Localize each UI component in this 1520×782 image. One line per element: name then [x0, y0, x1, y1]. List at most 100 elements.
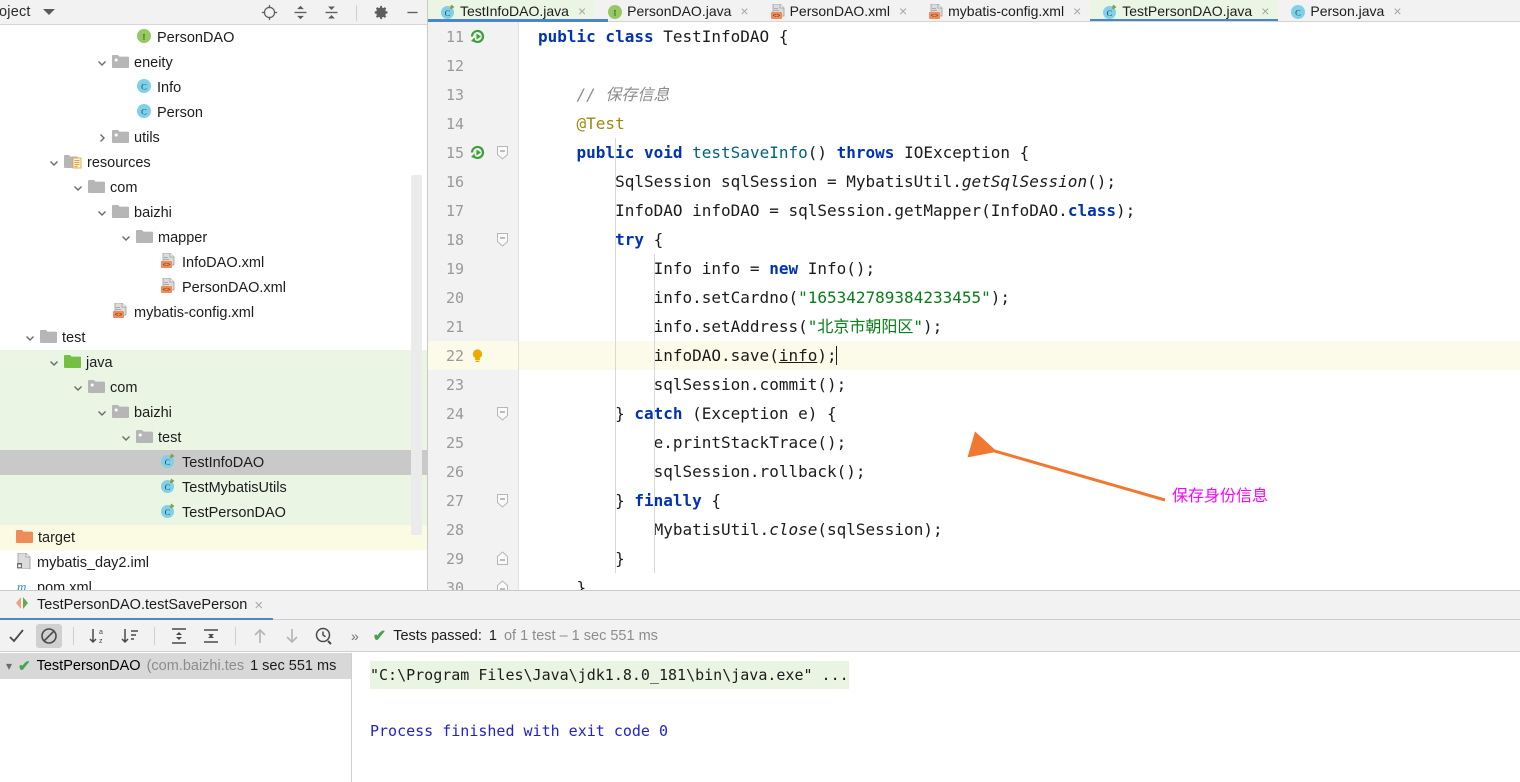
chevron-down-icon[interactable] — [48, 357, 60, 369]
minimize-icon[interactable] — [404, 4, 421, 21]
test-history-icon[interactable] — [311, 624, 337, 648]
gutter-line[interactable]: 23 — [428, 370, 518, 399]
code-line-23[interactable]: sqlSession.commit(); — [519, 370, 1520, 399]
gutter-line[interactable]: 17 — [428, 196, 518, 225]
close-icon[interactable]: × — [1073, 4, 1081, 18]
close-icon[interactable]: × — [1393, 4, 1401, 18]
editor-tab-person-java[interactable]: C Person.java × — [1278, 0, 1411, 21]
chevron-down-icon[interactable] — [96, 207, 108, 219]
gutter-line[interactable]: 12 — [428, 51, 518, 80]
code-line-28[interactable]: MybatisUtil.close(sqlSession); — [519, 515, 1520, 544]
gutter-line[interactable]: 29 — [428, 544, 518, 573]
chevron-down-icon[interactable] — [96, 407, 108, 419]
run-test-icon[interactable] — [464, 145, 490, 160]
gutter-line[interactable]: 28 — [428, 515, 518, 544]
gutter-line[interactable]: 15 — [428, 138, 518, 167]
tree-item-testpersondao[interactable]: C TestPersonDAO — [0, 500, 427, 525]
gutter-line[interactable]: 25 — [428, 428, 518, 457]
code-line-19[interactable]: Info info = new Info(); — [519, 254, 1520, 283]
expand-all-icon[interactable] — [292, 4, 309, 21]
tree-item-mybatis-day2-iml[interactable]: mybatis_day2.iml — [0, 550, 427, 575]
tree-item-person[interactable]: C Person — [0, 100, 427, 125]
tree-item-test[interactable]: test — [0, 425, 427, 450]
editor-tab-mybatis-config-xml[interactable]: <> mybatis-config.xml × — [916, 0, 1091, 21]
tree-item-com[interactable]: com — [0, 175, 427, 200]
gutter-line[interactable]: 21 — [428, 312, 518, 341]
tree-item-mapper[interactable]: mapper — [0, 225, 427, 250]
tree-item-persondao[interactable]: I PersonDAO — [0, 25, 427, 50]
locate-icon[interactable] — [261, 4, 278, 21]
tree-item-baizhi[interactable]: baizhi — [0, 200, 427, 225]
console-output[interactable]: "C:\Program Files\Java\jdk1.8.0_181\bin\… — [352, 653, 1520, 782]
expand-all-icon[interactable] — [166, 624, 192, 648]
project-tree-scrollbar[interactable] — [411, 175, 422, 535]
collapse-all-icon[interactable] — [323, 4, 340, 21]
tree-item-baizhi[interactable]: baizhi — [0, 400, 427, 425]
tree-item-com[interactable]: com — [0, 375, 427, 400]
code-line-12[interactable] — [519, 51, 1520, 80]
code-line-14[interactable]: @Test — [519, 109, 1520, 138]
tree-item-resources[interactable]: resources — [0, 150, 427, 175]
collapse-all-icon[interactable] — [198, 624, 224, 648]
gutter-line[interactable]: 24 — [428, 399, 518, 428]
chevron-down-icon[interactable] — [96, 57, 108, 69]
code-line-18[interactable]: try { — [519, 225, 1520, 254]
gutter-line[interactable]: 11 — [428, 22, 518, 51]
tree-item-testinfodao[interactable]: C TestInfoDAO — [0, 450, 427, 475]
tree-item-mybatis-config-xml[interactable]: <> mybatis-config.xml — [0, 300, 427, 325]
intention-bulb-icon[interactable] — [464, 348, 490, 364]
gear-icon[interactable] — [373, 4, 390, 21]
code-line-21[interactable]: info.setAddress("北京市朝阳区"); — [519, 312, 1520, 341]
sort-alphabetically-icon[interactable]: a z — [85, 624, 111, 648]
tree-item-java[interactable]: java — [0, 350, 427, 375]
run-test-icon[interactable] — [464, 29, 490, 44]
gutter-line[interactable]: 16 — [428, 167, 518, 196]
chevron-down-icon[interactable] — [42, 9, 55, 15]
code-line-11[interactable]: public class TestInfoDAO { — [519, 22, 1520, 51]
editor-tab-persondao-java[interactable]: I PersonDAO.java × — [595, 0, 758, 21]
tree-item-utils[interactable]: utils — [0, 125, 427, 150]
fold-collapse-icon[interactable] — [490, 493, 514, 508]
close-icon[interactable]: × — [899, 4, 907, 18]
code-line-20[interactable]: info.setCardno("165342789384233455"); — [519, 283, 1520, 312]
chevron-right-icon[interactable] — [96, 132, 108, 144]
chevron-down-icon[interactable] — [24, 332, 36, 344]
next-failed-icon[interactable] — [279, 624, 305, 648]
code-line-16[interactable]: SqlSession sqlSession = MybatisUtil.getS… — [519, 167, 1520, 196]
editor-gutter[interactable]: 11 12 13 14 15 16 17 18 19 20 21 22 23 24 25 26 27 28 29 30 — [428, 22, 518, 597]
show-ignored-icon[interactable] — [36, 623, 62, 648]
tree-item-testmybatisutils[interactable]: C TestMybatisUtils — [0, 475, 427, 500]
tree-item-test[interactable]: test — [0, 325, 427, 350]
close-icon[interactable]: × — [578, 4, 586, 18]
tree-item-info[interactable]: C Info — [0, 75, 427, 100]
code-line-17[interactable]: InfoDAO infoDAO = sqlSession.getMapper(I… — [519, 196, 1520, 225]
code-line-13[interactable]: // 保存信息 — [519, 80, 1520, 109]
gutter-line[interactable]: 14 — [428, 109, 518, 138]
editor-tab-testpersondao-java[interactable]: C TestPersonDAO.java × — [1090, 0, 1279, 21]
code-line-15[interactable]: public void testSaveInfo() throws IOExce… — [519, 138, 1520, 167]
toolbar-overflow-icon[interactable]: » — [351, 628, 359, 644]
gutter-line[interactable]: 20 — [428, 283, 518, 312]
chevron-down-icon[interactable] — [120, 232, 132, 244]
gutter-line[interactable]: 18 — [428, 225, 518, 254]
gutter-line[interactable]: 22 — [428, 341, 518, 370]
prev-failed-icon[interactable] — [247, 624, 273, 648]
chevron-down-icon[interactable] — [72, 182, 84, 194]
chevron-down-icon[interactable] — [48, 157, 60, 169]
chevron-down-icon[interactable]: ▾ — [6, 659, 12, 673]
tree-item-target[interactable]: target — [0, 525, 427, 550]
gutter-line[interactable]: 13 — [428, 80, 518, 109]
gutter-line[interactable]: 26 — [428, 457, 518, 486]
close-icon[interactable]: × — [740, 4, 748, 18]
tree-item-infodao-xml[interactable]: <> InfoDAO.xml — [0, 250, 427, 275]
close-icon[interactable]: × — [254, 597, 263, 614]
code-line-30[interactable]: } — [519, 573, 1520, 590]
code-line-29[interactable]: } — [519, 544, 1520, 573]
tree-item-eneity[interactable]: eneity — [0, 50, 427, 75]
editor-tab-persondao-xml[interactable]: <> PersonDAO.xml × — [757, 0, 917, 21]
close-icon[interactable]: × — [1261, 4, 1269, 18]
test-result-row[interactable]: ▾ ✔ TestPersonDAO (com.baizhi.tes 1 sec … — [0, 653, 351, 679]
code-line-22[interactable]: infoDAO.save(info); — [519, 341, 1520, 370]
chevron-down-icon[interactable] — [72, 382, 84, 394]
fold-end-icon[interactable] — [490, 551, 514, 566]
